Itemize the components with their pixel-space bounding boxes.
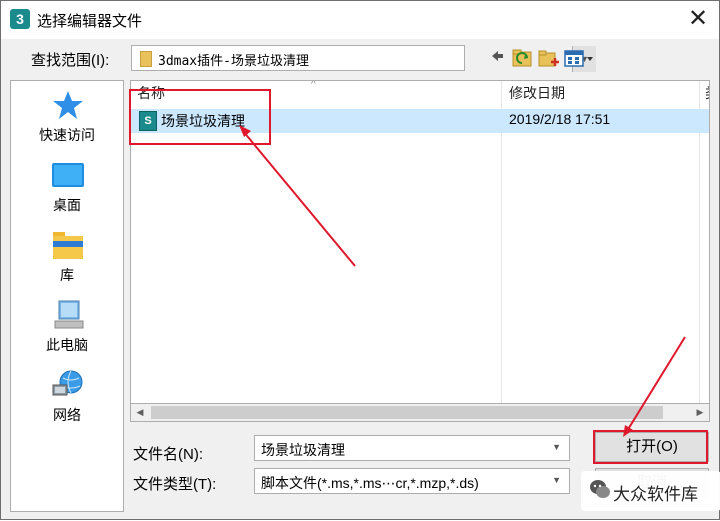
annotation-arrow-file <box>242 130 356 267</box>
watermark-text: 大众软件库 <box>613 485 698 504</box>
annotation-arrows <box>239 125 686 437</box>
wechat-icon <box>589 478 611 500</box>
file-dialog: 3 选择编辑器文件 ✕ 查找范围(I): 3dmax插件-场景垃圾清理 ▼ 快速… <box>0 0 720 520</box>
annotation-arrowhead <box>239 125 251 137</box>
watermark: 大众软件库 <box>581 471 720 511</box>
annotation-arrow-open <box>626 336 686 432</box>
annotation-arrowhead <box>623 425 633 437</box>
